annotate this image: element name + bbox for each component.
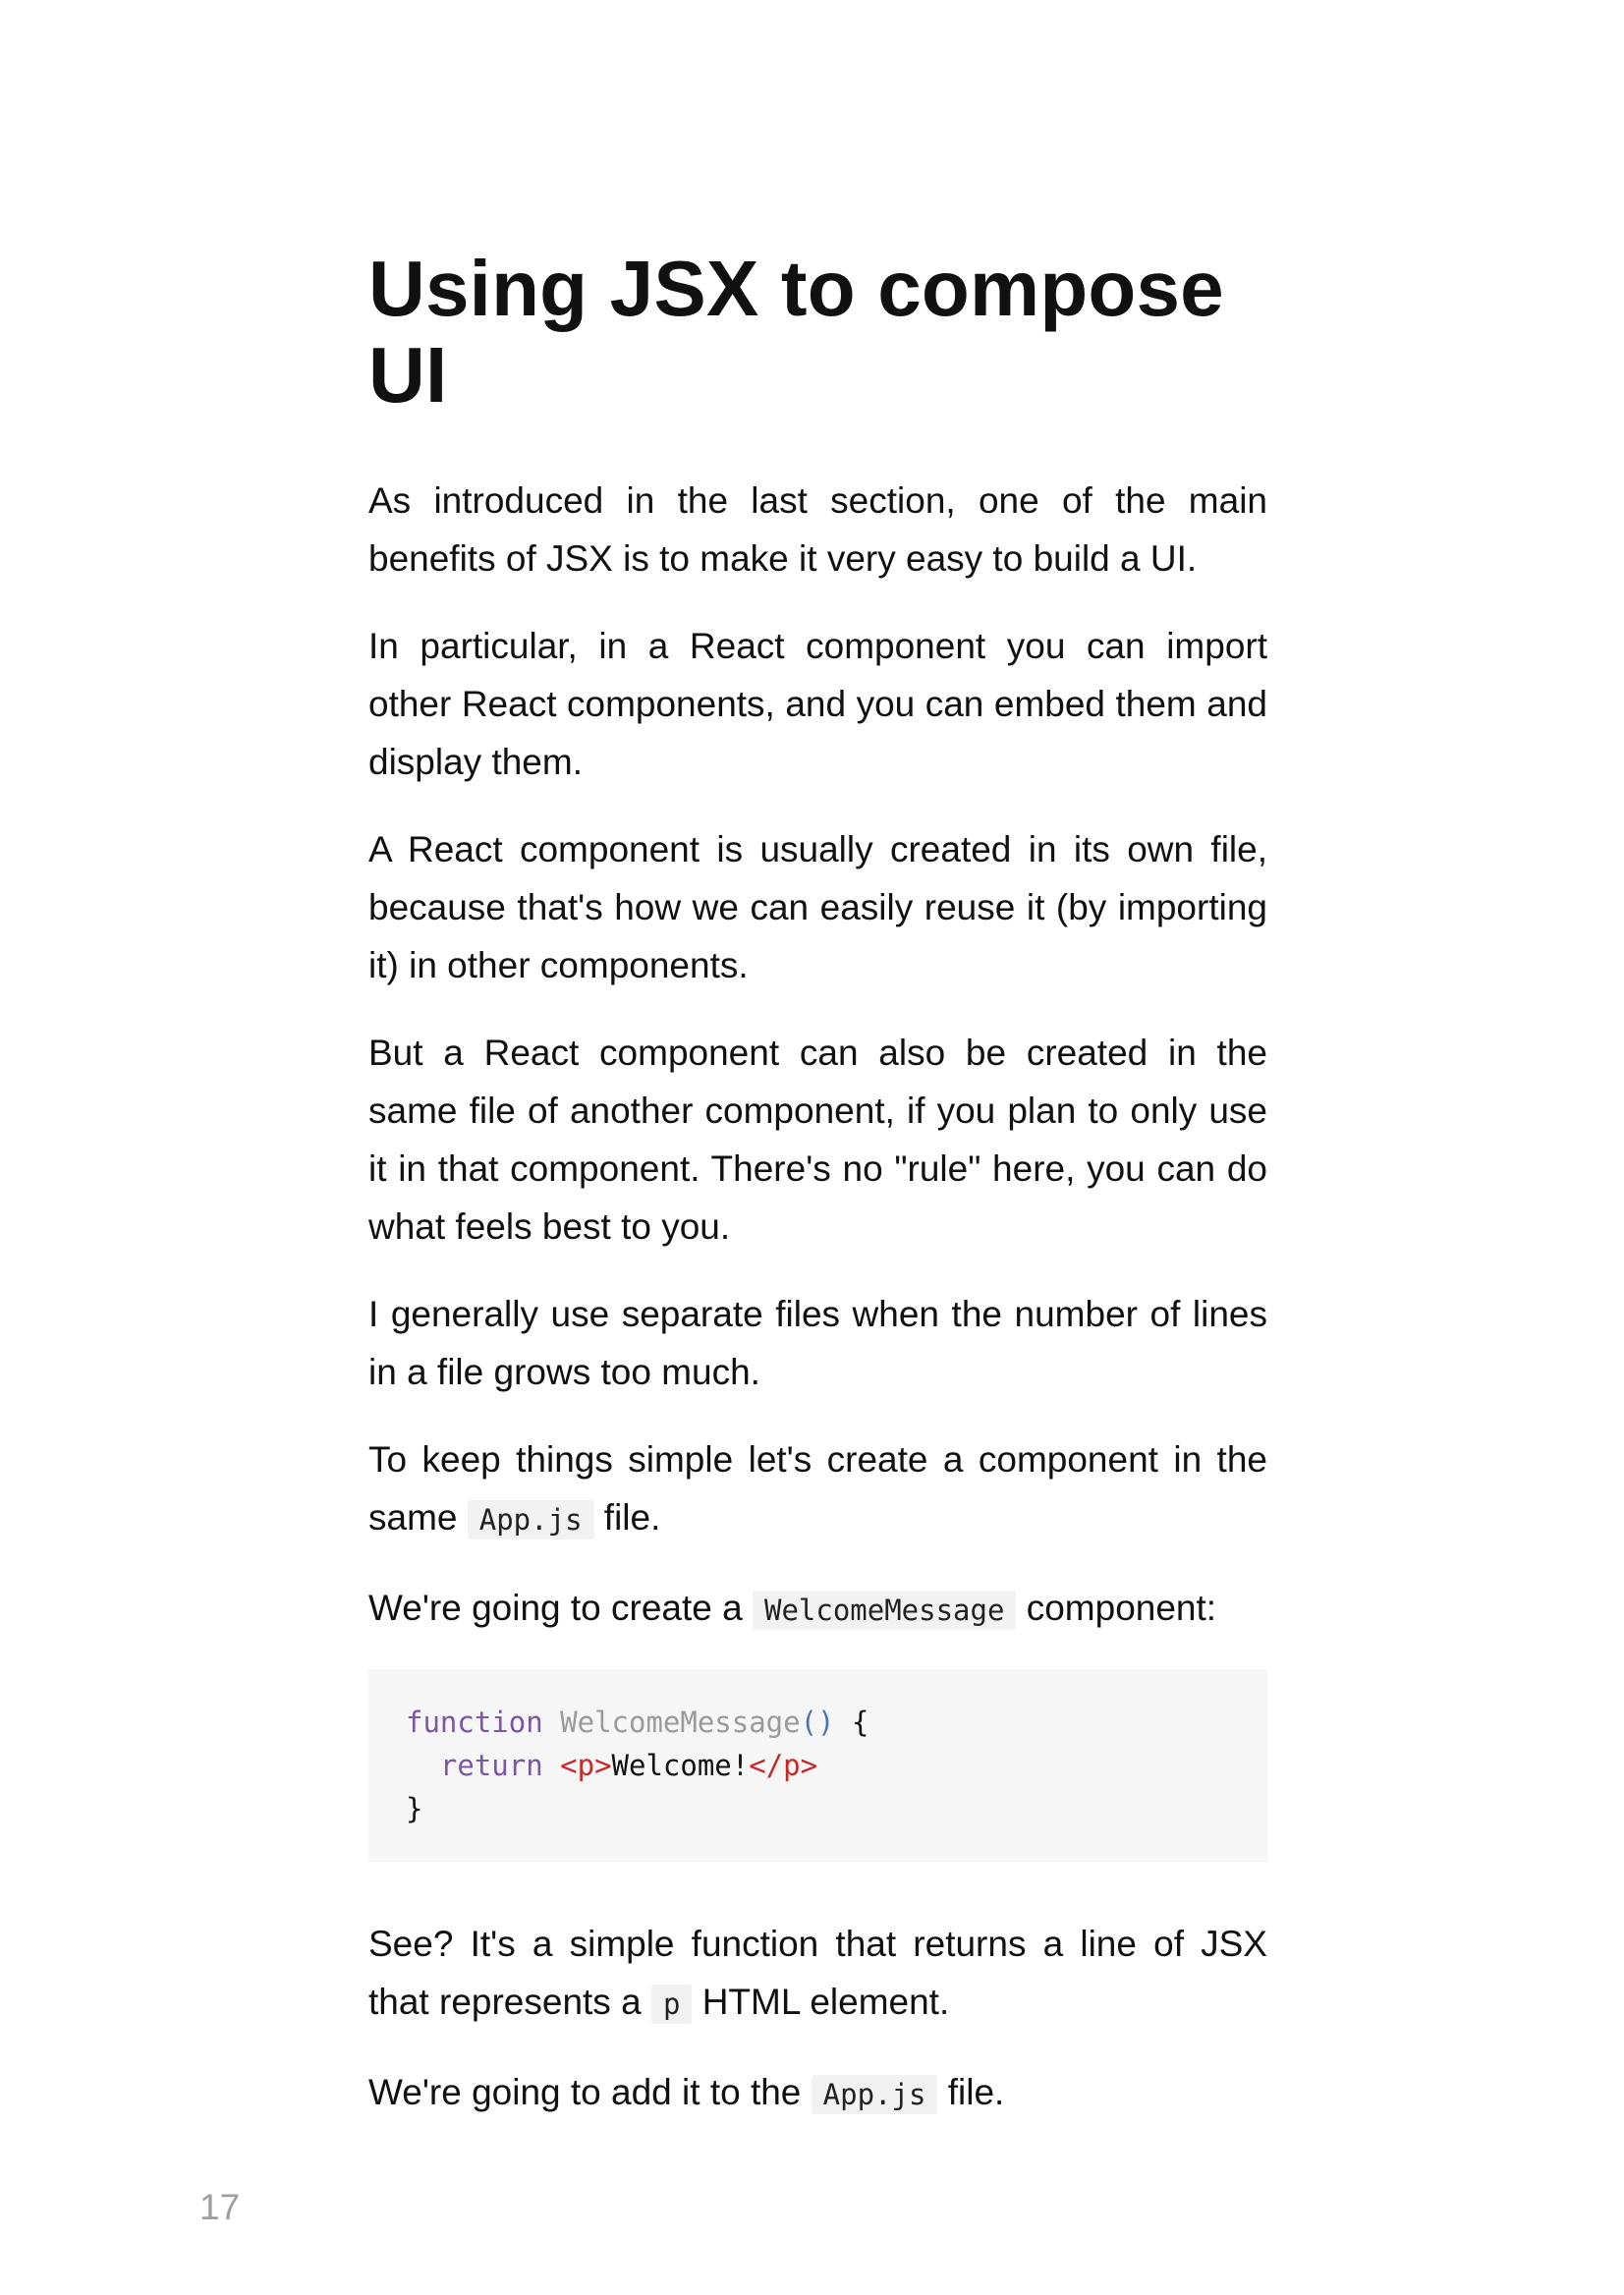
code-brace: } — [406, 1792, 423, 1825]
paragraph-see: See? It's a simple function that returns… — [368, 1915, 1267, 2034]
code-parens: () — [800, 1706, 835, 1739]
inline-code-appjs: App.js — [467, 1500, 594, 1539]
paragraph-intro: As introduced in the last section, one o… — [368, 480, 1267, 579]
paragraph-text: HTML element. — [692, 1982, 950, 2022]
code-text: Welcome! — [611, 1749, 750, 1782]
paragraph-text: component: — [1016, 1588, 1217, 1628]
paragraph-add-to-file: We're going to add it to the App.js file… — [368, 2063, 1267, 2124]
code-open-tag: <p> — [560, 1749, 612, 1782]
code-brace: { — [834, 1706, 869, 1739]
code-keyword: function — [406, 1706, 543, 1739]
paragraph-text: We're going to add it to the — [368, 2072, 812, 2112]
inline-code-p: p — [650, 1985, 693, 2024]
chapter-title: Using JSX to compose UI — [368, 245, 1224, 419]
inline-code-welcomemessage: WelcomeMessage — [753, 1591, 1017, 1630]
inline-code-appjs: App.js — [811, 2075, 938, 2114]
code-function-name: WelcomeMessage — [560, 1706, 801, 1739]
paragraph-same-file: But a React component can also be create… — [368, 1033, 1267, 1247]
code-close-tag: </p> — [749, 1749, 818, 1782]
paragraph-text: file. — [937, 2072, 1005, 2112]
paragraph-keep-simple: To keep things simple let's create a com… — [368, 1430, 1267, 1549]
paragraph-separate-files: I generally use separate files when the … — [368, 1294, 1267, 1392]
page-number: 17 — [199, 2187, 241, 2227]
paragraph-own-file: A React component is usually created in … — [368, 829, 1267, 985]
code-keyword: return — [439, 1749, 543, 1782]
code-block: function WelcomeMessage() { return <p>We… — [368, 1669, 1267, 1862]
paragraph-text: file. — [593, 1497, 661, 1538]
paragraph-text: We're going to create a — [368, 1588, 753, 1628]
page-content: Using JSX to compose UI As introduced in… — [368, 246, 1267, 2154]
paragraph-create-component: We're going to create a WelcomeMessage c… — [368, 1579, 1267, 1640]
paragraph-import-components: In particular, in a React component you … — [368, 626, 1267, 782]
